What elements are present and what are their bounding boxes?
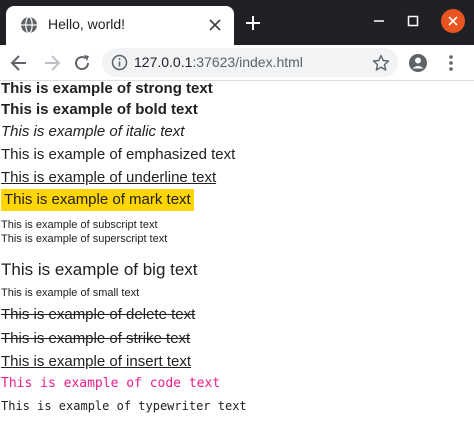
address-bar[interactable]: 127.0.0.1:37623/index.html bbox=[102, 48, 398, 77]
page-content: This is example of strong text This is e… bbox=[0, 81, 474, 440]
reload-icon[interactable] bbox=[72, 53, 92, 73]
close-icon[interactable] bbox=[441, 9, 465, 33]
browser-window: Hello, world! 127.0.0.1:37623/index.html… bbox=[0, 0, 474, 440]
tab-hello-world[interactable]: Hello, world! bbox=[6, 6, 234, 45]
strike-text: This is example of strike text bbox=[1, 330, 191, 347]
delete-text: This is example of delete text bbox=[1, 306, 196, 323]
mark-text: This is example of mark text bbox=[1, 189, 194, 211]
italic-text: This is example of italic text bbox=[1, 123, 185, 140]
info-icon[interactable] bbox=[111, 54, 128, 71]
small-text: This is example of small text bbox=[1, 287, 140, 299]
insert-text: This is example of insert text bbox=[1, 353, 192, 370]
superscript-text: This is example of superscript text bbox=[1, 233, 168, 245]
new-tab-plus-icon[interactable] bbox=[244, 14, 262, 32]
typewriter-text: This is example of typewriter text bbox=[1, 399, 247, 413]
url-text[interactable]: 127.0.0.1:37623/index.html bbox=[134, 54, 303, 70]
url-host: 127.0.0.1 bbox=[134, 54, 193, 70]
minimize-icon[interactable] bbox=[368, 10, 390, 32]
maximize-icon[interactable] bbox=[402, 10, 424, 32]
title-bar: Hello, world! bbox=[0, 0, 474, 45]
strong-text: This is example of strong text bbox=[1, 81, 213, 97]
forward-arrow-icon[interactable] bbox=[42, 53, 62, 73]
underline-text: This is example of underline text bbox=[1, 169, 217, 186]
url-path: :37623/index.html bbox=[192, 54, 303, 70]
emphasized-text: This is example of emphasized text bbox=[1, 146, 236, 163]
account-icon[interactable] bbox=[408, 53, 428, 73]
big-text: This is example of big text bbox=[1, 260, 198, 279]
back-arrow-icon[interactable] bbox=[9, 53, 29, 73]
star-icon[interactable] bbox=[372, 54, 390, 72]
toolbar: 127.0.0.1:37623/index.html bbox=[0, 45, 474, 81]
close-icon[interactable] bbox=[208, 18, 222, 32]
globe-icon bbox=[21, 16, 37, 34]
tab-title: Hello, world! bbox=[48, 16, 126, 32]
kebab-menu-icon[interactable] bbox=[441, 53, 461, 73]
subscript-text: This is example of subscript text bbox=[1, 219, 158, 231]
code-text: This is example of code text bbox=[1, 376, 221, 391]
bold-text: This is example of bold text bbox=[1, 101, 198, 118]
